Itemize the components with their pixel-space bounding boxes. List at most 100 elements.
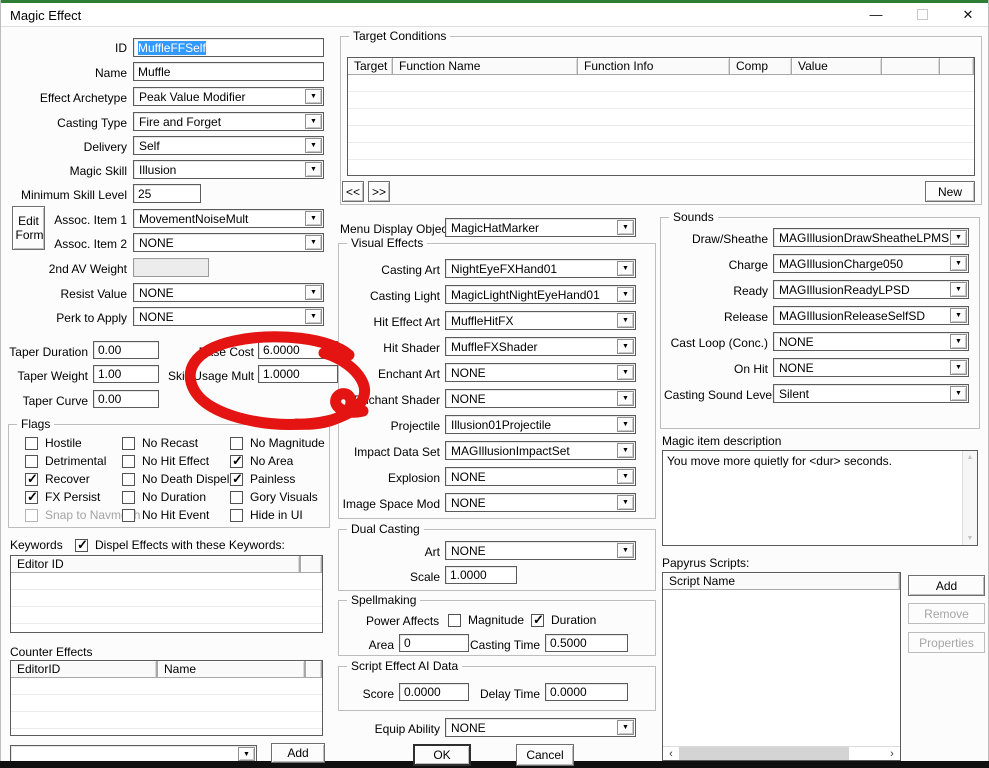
counter-col-name[interactable]: Name (157, 661, 305, 678)
delivery-combo[interactable]: Self▼ (133, 136, 324, 155)
counter-effects-list[interactable]: EditorID Name (10, 660, 323, 736)
flag-hide-in-ui[interactable]: Hide in UI (230, 508, 303, 522)
chevron-down-icon[interactable]: ▼ (617, 469, 634, 484)
casting-sound-level-combo[interactable]: Silent▼ (773, 384, 969, 403)
projectile-combo[interactable]: Illusion01Projectile▼ (445, 415, 636, 434)
perk-to-apply-combo[interactable]: NONE▼ (133, 307, 324, 326)
conditions-col-extra2[interactable] (940, 58, 974, 75)
cast-loop-combo[interactable]: NONE▼ (773, 332, 969, 351)
chevron-down-icon[interactable]: ▼ (305, 309, 322, 324)
description-scrollbar[interactable]: ▲ ▼ (962, 451, 977, 545)
chevron-down-icon[interactable]: ▼ (617, 720, 634, 735)
papyrus-add-button[interactable]: Add (908, 575, 985, 596)
conditions-col-value[interactable]: Value (792, 58, 882, 75)
conditions-col-extra1[interactable] (882, 58, 940, 75)
dispel-effects-checkbox-row[interactable]: Dispel Effects with these Keywords: (75, 538, 285, 552)
checkbox[interactable] (230, 473, 243, 486)
checkbox[interactable] (122, 473, 135, 486)
checkbox[interactable] (25, 473, 38, 486)
description-text[interactable]: You move more quietly for <dur> seconds. (663, 451, 962, 545)
flag-painless[interactable]: Painless (230, 472, 295, 486)
min-skill-level-input[interactable] (133, 184, 201, 203)
conditions-col-function-name[interactable]: Function Name (393, 58, 578, 75)
chevron-down-icon[interactable]: ▼ (617, 443, 634, 458)
explosion-combo[interactable]: NONE▼ (445, 467, 636, 486)
chevron-down-icon[interactable]: ▼ (305, 138, 322, 153)
effect-archetype-combo[interactable]: Peak Value Modifier▼ (133, 87, 324, 106)
close-button[interactable]: ✕ (951, 5, 985, 25)
flag-no-duration[interactable]: No Duration (122, 490, 206, 504)
chevron-down-icon[interactable]: ▼ (617, 543, 634, 558)
keywords-rows[interactable] (11, 573, 322, 632)
checkbox[interactable] (230, 455, 243, 468)
flag-gory-visuals[interactable]: Gory Visuals (230, 490, 318, 504)
flag-detrimental[interactable]: Detrimental (25, 454, 106, 468)
chevron-down-icon[interactable]: ▼ (617, 365, 634, 380)
chevron-down-icon[interactable]: ▼ (617, 220, 634, 235)
chevron-down-icon[interactable]: ▼ (305, 114, 322, 129)
release-combo[interactable]: MAGIllusionReleaseSelfSD▼ (773, 306, 969, 325)
flag-hostile[interactable]: Hostile (25, 436, 82, 450)
keywords-list[interactable]: Editor ID (10, 555, 323, 633)
flag-fx-persist[interactable]: FX Persist (25, 490, 100, 504)
skill-usage-mult-input[interactable] (258, 365, 338, 383)
checkbox[interactable] (25, 437, 38, 450)
chevron-down-icon[interactable]: ▼ (950, 308, 967, 323)
flag-no-hit-effect[interactable]: No Hit Effect (122, 454, 209, 468)
papyrus-rows[interactable] (663, 590, 900, 746)
chevron-down-icon[interactable]: ▼ (305, 235, 322, 250)
chevron-down-icon[interactable]: ▼ (617, 287, 634, 302)
conditions-col-comp[interactable]: Comp (730, 58, 792, 75)
keywords-col-extra[interactable] (300, 556, 322, 573)
casting-light-combo[interactable]: MagicLightNightEyeHand01▼ (445, 285, 636, 304)
flag-no-hit-event[interactable]: No Hit Event (122, 508, 209, 522)
image-space-mod-combo[interactable]: NONE▼ (445, 493, 636, 512)
hit-effect-art-combo[interactable]: MuffleHitFX▼ (445, 311, 636, 330)
chevron-down-icon[interactable]: ▼ (238, 747, 255, 761)
chevron-down-icon[interactable]: ▼ (617, 417, 634, 432)
score-input[interactable] (399, 683, 469, 701)
scroll-left-icon[interactable]: ‹ (663, 747, 679, 760)
casting-type-combo[interactable]: Fire and Forget▼ (133, 112, 324, 131)
conditions-prev-button[interactable]: << (342, 181, 364, 202)
magnitude-checkbox-row[interactable]: Magnitude (448, 613, 524, 627)
papyrus-col-script-name[interactable]: Script Name (663, 573, 900, 590)
on-hit-combo[interactable]: NONE▼ (773, 358, 969, 377)
assoc-item-2-combo[interactable]: NONE▼ (133, 233, 324, 252)
checkbox[interactable] (75, 539, 88, 552)
menu-display-object-combo[interactable]: MagicHatMarker▼ (445, 218, 636, 237)
chevron-down-icon[interactable]: ▼ (950, 230, 967, 245)
checkbox[interactable] (122, 509, 135, 522)
conditions-table[interactable]: Target Function Name Function Info Comp … (347, 57, 975, 176)
flag-no-death-dispel[interactable]: No Death Dispel (122, 472, 229, 486)
chevron-down-icon[interactable]: ▼ (305, 211, 322, 226)
papyrus-scripts-list[interactable]: Script Name ‹ › (662, 572, 901, 761)
chevron-down-icon[interactable]: ▼ (617, 339, 634, 354)
chevron-down-icon[interactable]: ▼ (950, 256, 967, 271)
chevron-down-icon[interactable]: ▼ (617, 495, 634, 510)
conditions-new-button[interactable]: New (925, 181, 975, 202)
counter-col-extra[interactable] (305, 661, 322, 678)
checkbox[interactable] (122, 491, 135, 504)
cancel-button[interactable]: Cancel (516, 744, 574, 766)
scrollbar-thumb[interactable] (679, 747, 849, 760)
impact-data-set-combo[interactable]: MAGIllusionImpactSet▼ (445, 441, 636, 460)
minimize-button[interactable]: — (859, 5, 893, 25)
magic-skill-combo[interactable]: Illusion▼ (133, 160, 324, 179)
flag-no-recast[interactable]: No Recast (122, 436, 198, 450)
flag-recover[interactable]: Recover (25, 472, 90, 486)
ready-combo[interactable]: MAGIllusionReadyLPSD▼ (773, 280, 969, 299)
ok-button[interactable]: OK (413, 744, 471, 766)
enchant-art-combo[interactable]: NONE▼ (445, 363, 636, 382)
chevron-down-icon[interactable]: ▼ (305, 89, 322, 104)
maximize-button[interactable] (905, 5, 939, 25)
checkbox[interactable] (230, 437, 243, 450)
description-box[interactable]: You move more quietly for <dur> seconds.… (662, 450, 978, 546)
resist-value-combo[interactable]: NONE▼ (133, 283, 324, 302)
charge-combo[interactable]: MAGIllusionCharge050▼ (773, 254, 969, 273)
counter-add-button[interactable]: Add (271, 743, 325, 763)
edit-form-button[interactable]: Edit Form (12, 206, 45, 250)
checkbox[interactable] (230, 491, 243, 504)
flag-no-magnitude[interactable]: No Magnitude (230, 436, 325, 450)
dual-scale-input[interactable] (445, 566, 517, 584)
